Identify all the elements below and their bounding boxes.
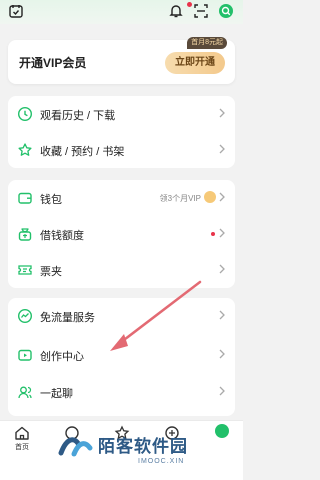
menu-item-creator-center[interactable]: 创作中心 <box>8 337 235 373</box>
menu-item-favorites[interactable]: 收藏 / 预约 / 书架 <box>8 132 235 168</box>
clock-icon <box>17 106 33 122</box>
menu-item-label: 一起聊 <box>40 388 73 400</box>
menu-item-label: 收藏 / 预约 / 书架 <box>40 146 125 158</box>
menu-item-tickets[interactable]: 票夹 <box>8 252 235 288</box>
watermark-text: 陌客软件园 <box>98 437 188 456</box>
chevron-right-icon <box>219 108 225 118</box>
watermark-url: IMOOC.XIN <box>138 458 185 465</box>
chevron-right-icon <box>219 144 225 154</box>
chevron-right-icon <box>219 310 225 320</box>
chevron-right-icon <box>219 349 225 359</box>
menu-item-free-data[interactable]: 免流量服务 <box>8 298 235 334</box>
calendar-check-icon[interactable] <box>8 3 24 19</box>
tab-home[interactable]: 首页 <box>2 421 42 461</box>
menu-group-services: 免流量服务 创作中心 一起聊 <box>8 298 235 416</box>
menu-item-label: 票夹 <box>40 266 62 278</box>
wallet-promo-text: 领3个月VIP <box>159 194 201 203</box>
chevron-right-icon <box>219 264 225 274</box>
gift-icon <box>204 191 216 203</box>
red-dot-indicator <box>211 232 215 236</box>
notification-dot <box>187 2 192 7</box>
menu-item-label: 创作中心 <box>40 351 84 363</box>
menu-group-wallet: 钱包 领3个月VIP 借钱额度 票夹 <box>8 180 235 288</box>
menu-group-history: 观看历史 / 下载 收藏 / 预约 / 书架 <box>8 96 235 168</box>
chevron-right-icon <box>219 228 225 238</box>
home-icon <box>15 426 29 440</box>
chevron-right-icon <box>219 386 225 396</box>
menu-item-chat-together[interactable]: 一起聊 <box>8 374 235 410</box>
menu-item-loan[interactable]: 借钱额度 <box>8 216 235 252</box>
vip-open-button[interactable]: 立即开通 <box>165 52 225 74</box>
menu-item-history[interactable]: 观看历史 / 下载 <box>8 96 235 132</box>
star-icon <box>18 143 32 156</box>
menu-item-label: 借钱额度 <box>40 230 84 242</box>
bell-icon[interactable] <box>168 3 184 19</box>
vip-badge: 首月8元起 <box>187 37 227 49</box>
people-icon <box>18 386 32 399</box>
tab-mine-icon[interactable] <box>214 423 230 439</box>
menu-item-label: 钱包 <box>40 194 62 206</box>
menu-item-label: 免流量服务 <box>40 312 95 324</box>
watermark-logo-icon <box>58 437 93 457</box>
tv-icon <box>18 349 32 361</box>
money-bag-icon <box>18 228 32 241</box>
top-bar <box>0 0 243 24</box>
vip-card[interactable]: 开通VIP会员 首月8元起 立即开通 <box>8 37 235 84</box>
chevron-right-icon <box>219 192 225 202</box>
search-icon[interactable] <box>218 3 234 19</box>
wallet-icon <box>18 192 32 204</box>
scan-icon[interactable] <box>193 3 209 19</box>
menu-item-label: 观看历史 / 下载 <box>40 110 116 122</box>
ticket-icon <box>18 265 32 275</box>
free-data-icon <box>17 308 33 324</box>
vip-title: 开通VIP会员 <box>19 56 87 70</box>
menu-item-wallet[interactable]: 钱包 领3个月VIP <box>8 180 235 216</box>
tab-home-label: 首页 <box>15 444 29 451</box>
